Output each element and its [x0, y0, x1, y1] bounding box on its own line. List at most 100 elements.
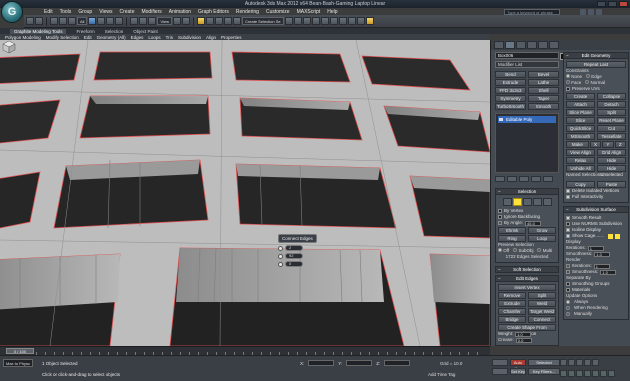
- lightbulb-icon[interactable]: [499, 118, 503, 121]
- preserve-uvs-checkbox[interactable]: Preserve UVs: [566, 86, 626, 92]
- maximize-viewport-icon[interactable]: [608, 370, 615, 377]
- ring-button[interactable]: Ring: [498, 235, 526, 242]
- stack-item-editable-poly[interactable]: Editable Poly: [498, 116, 556, 123]
- key-filters-button[interactable]: Key Filters...: [528, 368, 560, 375]
- hide-unselected-button[interactable]: Hide Unselected: [597, 165, 626, 177]
- extrude-modifier-button[interactable]: Extrude: [495, 79, 526, 86]
- menu-edit[interactable]: Edit: [44, 9, 53, 15]
- soft-selection-header[interactable]: Soft Selection: [495, 266, 559, 273]
- vertex-level-icon[interactable]: [502, 198, 512, 206]
- loop-button[interactable]: Loop: [528, 235, 556, 242]
- border-level-icon[interactable]: [522, 198, 532, 206]
- set-key-icon[interactable]: [492, 368, 508, 375]
- menu-views[interactable]: Views: [99, 9, 112, 15]
- grow-button[interactable]: Grow: [528, 227, 556, 234]
- snaps-toggle-icon[interactable]: [197, 17, 206, 25]
- turbosmooth-button[interactable]: TurboSmooth: [495, 103, 526, 110]
- checkbox-icon[interactable]: [566, 270, 570, 274]
- planar-x-button[interactable]: X: [589, 141, 602, 148]
- copy-button[interactable]: Copy: [566, 181, 595, 188]
- make-unique-icon[interactable]: [519, 176, 529, 182]
- pan-icon[interactable]: [592, 370, 599, 377]
- cage-color-swatch[interactable]: [608, 233, 614, 239]
- ribbon-geometry-all[interactable]: Geometry (All): [97, 35, 126, 40]
- y-coord-field[interactable]: [346, 360, 373, 366]
- utilities-tab-icon[interactable]: [549, 41, 559, 49]
- edge-level-icon[interactable]: [512, 198, 522, 206]
- prev-frame-icon[interactable]: [568, 359, 575, 366]
- pivot-center-icon[interactable]: [173, 17, 182, 25]
- grid-align-button[interactable]: Grid Align: [597, 149, 626, 156]
- ribbon-polygon-modeling[interactable]: Polygon Modeling: [5, 35, 41, 40]
- planar-y-button[interactable]: Y: [602, 141, 614, 148]
- slice-button[interactable]: Slice: [566, 117, 595, 124]
- menu-create[interactable]: Create: [119, 9, 134, 15]
- smooth-button[interactable]: Smooth: [528, 103, 559, 110]
- selection-filter-dropdown[interactable]: All: [77, 17, 88, 25]
- ribbon-subdivision[interactable]: Subdivision: [178, 35, 201, 40]
- scale-icon[interactable]: [148, 17, 157, 25]
- app-logo-button[interactable]: G: [1, 1, 23, 23]
- ribbon-loops[interactable]: Loops: [148, 35, 160, 40]
- shrink-button[interactable]: Shrink: [498, 227, 526, 234]
- symmetry-button[interactable]: Symmetry: [495, 95, 526, 102]
- percent-snap-icon[interactable]: [215, 17, 224, 25]
- paste-button[interactable]: Paste: [597, 181, 626, 188]
- ribbon-edit[interactable]: Edit: [84, 35, 92, 40]
- target-weld-button[interactable]: Target Weld: [528, 308, 556, 315]
- subdivision-surface-header[interactable]: Subdivision Surface: [563, 206, 629, 213]
- angle-snap-icon[interactable]: [206, 17, 215, 25]
- render-teapot-icon[interactable]: [365, 17, 374, 25]
- by-angle-spinner[interactable]: 45.0: [525, 220, 542, 226]
- add-time-tag[interactable]: Add Time Tag: [428, 372, 455, 377]
- display-smoothness-spinner[interactable]: 1.0: [594, 251, 611, 257]
- detach-button[interactable]: Detach: [597, 101, 626, 108]
- slide-field[interactable]: 0: [285, 261, 303, 267]
- goto-end-icon[interactable]: [592, 359, 599, 366]
- repeat-last-button[interactable]: Repeat Last: [566, 61, 626, 68]
- orbit-icon[interactable]: [600, 370, 607, 377]
- element-level-icon[interactable]: [542, 198, 552, 206]
- planar-z-button[interactable]: Z: [614, 141, 626, 148]
- tab-graphite-modeling-tools[interactable]: Graphite Modeling Tools: [10, 28, 67, 34]
- zoom-icon[interactable]: [560, 370, 567, 377]
- material-editor-icon[interactable]: [338, 17, 347, 25]
- ribbon-modify-selection[interactable]: Modify Selection: [46, 35, 79, 40]
- full-interactivity-checkbox[interactable]: Full Interactivity: [566, 194, 626, 200]
- ribbon-align[interactable]: Align: [206, 35, 216, 40]
- select-object-icon[interactable]: [88, 17, 97, 25]
- checkbox-icon[interactable]: [566, 264, 570, 268]
- edit-named-selection-icon[interactable]: [233, 17, 242, 25]
- selected-dropdown[interactable]: Selected: [528, 359, 560, 366]
- bind-spacewarp-icon[interactable]: [68, 17, 76, 25]
- viewcube-icon[interactable]: [0, 40, 16, 54]
- pinch-field[interactable]: 92: [285, 253, 303, 259]
- insert-vertex-button[interactable]: Insert Vertex: [498, 284, 556, 291]
- timeline[interactable]: 0 / 100: [0, 346, 490, 355]
- zoom-extents-icon[interactable]: [576, 370, 583, 377]
- move-icon[interactable]: [130, 17, 139, 25]
- menu-animation[interactable]: Animation: [169, 9, 191, 15]
- connect-button[interactable]: Connect: [528, 316, 556, 323]
- collapse-button[interactable]: Collapse: [597, 93, 626, 100]
- fov-icon[interactable]: [584, 370, 591, 377]
- redo-icon[interactable]: [35, 17, 43, 25]
- close-button[interactable]: [619, 1, 628, 7]
- select-by-name-icon[interactable]: [97, 17, 106, 25]
- cage-selection-color-swatch[interactable]: [615, 233, 621, 239]
- attach-button[interactable]: Attach: [566, 101, 595, 108]
- modify-tab-icon[interactable]: [505, 41, 515, 49]
- hierarchy-tab-icon[interactable]: [516, 41, 526, 49]
- unhide-all-button[interactable]: Unhide All: [566, 165, 595, 172]
- key-mode-icon[interactable]: [492, 359, 508, 366]
- window-crossing-icon[interactable]: [115, 17, 124, 25]
- tab-selection[interactable]: Selection: [105, 29, 124, 34]
- display-iterations-spinner[interactable]: 1: [587, 245, 604, 251]
- undo-icon[interactable]: [26, 17, 34, 25]
- curve-editor-icon[interactable]: [320, 17, 329, 25]
- motion-tab-icon[interactable]: [527, 41, 537, 49]
- menu-graph-editors[interactable]: Graph Editors: [198, 9, 229, 15]
- minimize-button[interactable]: [597, 1, 606, 7]
- lathe-button[interactable]: Lathe: [528, 79, 559, 86]
- view-align-button[interactable]: View Align: [566, 149, 595, 156]
